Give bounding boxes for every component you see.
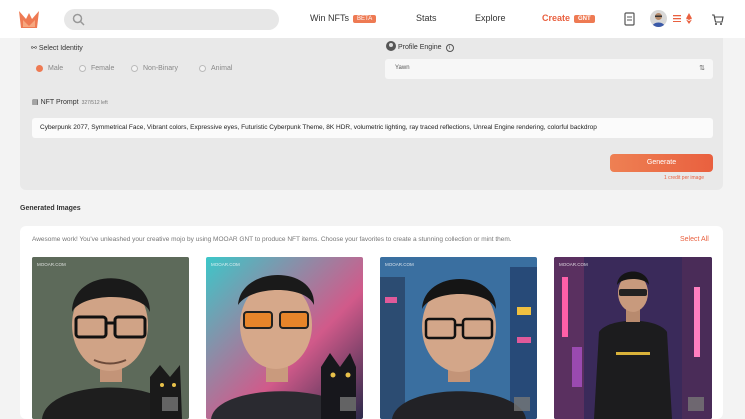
nav-create-label: Create (542, 13, 571, 23)
credit-note: 1 credit per image (664, 175, 705, 181)
generated-image-2[interactable]: MOOAR.COM (206, 257, 363, 419)
select-identity-label: ⚯ Select Identity (31, 44, 83, 52)
generated-image-4[interactable]: MOOAR.COM (554, 257, 712, 419)
chevron-updown-icon: ⇅ (699, 65, 705, 72)
gallery-message: Awesome work! You've unleashed your crea… (32, 236, 512, 243)
identity-option-label: Non-Binary (143, 64, 179, 72)
generated-image-3[interactable]: MOOAR.COM (380, 257, 537, 419)
profile-engine-text: Profile Engine (397, 44, 442, 51)
portrait-image (554, 257, 712, 419)
identity-option-non-binary[interactable]: Non-Binary (131, 61, 178, 75)
nft-prompt-text: NFT Prompt (40, 99, 79, 106)
nav-create[interactable]: Create GNT (542, 13, 595, 23)
identity-option-animal[interactable]: Animal (199, 61, 232, 75)
gnt-badge: GNT (574, 15, 595, 23)
nav-win-nfts[interactable]: Win NFTs BETA (310, 13, 377, 23)
top-navigation: Win NFTs BETA Stats Explore Create GNT (0, 0, 745, 38)
prompt-char-count: 327/512 left (81, 100, 108, 106)
identity-option-label: Animal (211, 64, 233, 72)
watermark: MOOAR.COM (211, 262, 240, 267)
search-icon (72, 13, 85, 26)
profile-engine-label: Profile Engine i (386, 41, 454, 52)
generated-image-1[interactable]: MOOAR.COM (32, 257, 189, 419)
nft-prompt-label: ▤ NFT Prompt 327/512 left (32, 98, 108, 106)
cart-icon[interactable] (711, 12, 724, 26)
nav-win-nfts-label: Win NFTs (310, 13, 349, 23)
radio-icon (199, 64, 206, 72)
radio-icon (131, 64, 138, 72)
document-icon[interactable] (623, 12, 636, 26)
nav-stats[interactable]: Stats (416, 13, 437, 23)
menu-icon[interactable] (673, 15, 681, 22)
mooar-logo-icon[interactable] (18, 8, 40, 30)
beta-badge: BETA (353, 15, 377, 23)
info-icon[interactable]: i (445, 44, 454, 52)
radio-icon (79, 64, 86, 72)
portrait-image (380, 257, 537, 419)
prompt-icon: ▤ (32, 99, 39, 106)
select-identity-text: Select Identity (38, 45, 83, 52)
radio-checked-icon (36, 64, 43, 72)
profile-engine-select[interactable]: Yawn ⇅ (385, 59, 713, 79)
identity-option-label: Female (91, 64, 115, 72)
watermark: MOOAR.COM (37, 262, 66, 267)
identity-option-label: Male (48, 64, 64, 72)
nft-prompt-input[interactable]: Cyberpunk 2077, Symmetrical Face, Vibran… (32, 118, 713, 138)
select-all-link[interactable]: Select All (680, 236, 709, 243)
profile-engine-value: Yawn (395, 65, 410, 71)
portrait-image (32, 257, 189, 419)
nav-explore[interactable]: Explore (475, 13, 506, 23)
generate-button[interactable]: Generate (610, 154, 713, 172)
identity-icon: ⚯ (31, 45, 37, 52)
watermark: MOOAR.COM (559, 262, 588, 267)
generated-images-title: Generated Images (20, 205, 81, 212)
watermark: MOOAR.COM (385, 262, 414, 267)
search-input[interactable] (64, 9, 279, 30)
user-avatar[interactable] (650, 10, 667, 27)
ethereum-icon (686, 13, 692, 24)
identity-option-female[interactable]: Female (79, 61, 114, 75)
portrait-image (206, 257, 363, 419)
engine-avatar-icon (386, 41, 396, 51)
identity-option-male[interactable]: Male (36, 61, 63, 75)
